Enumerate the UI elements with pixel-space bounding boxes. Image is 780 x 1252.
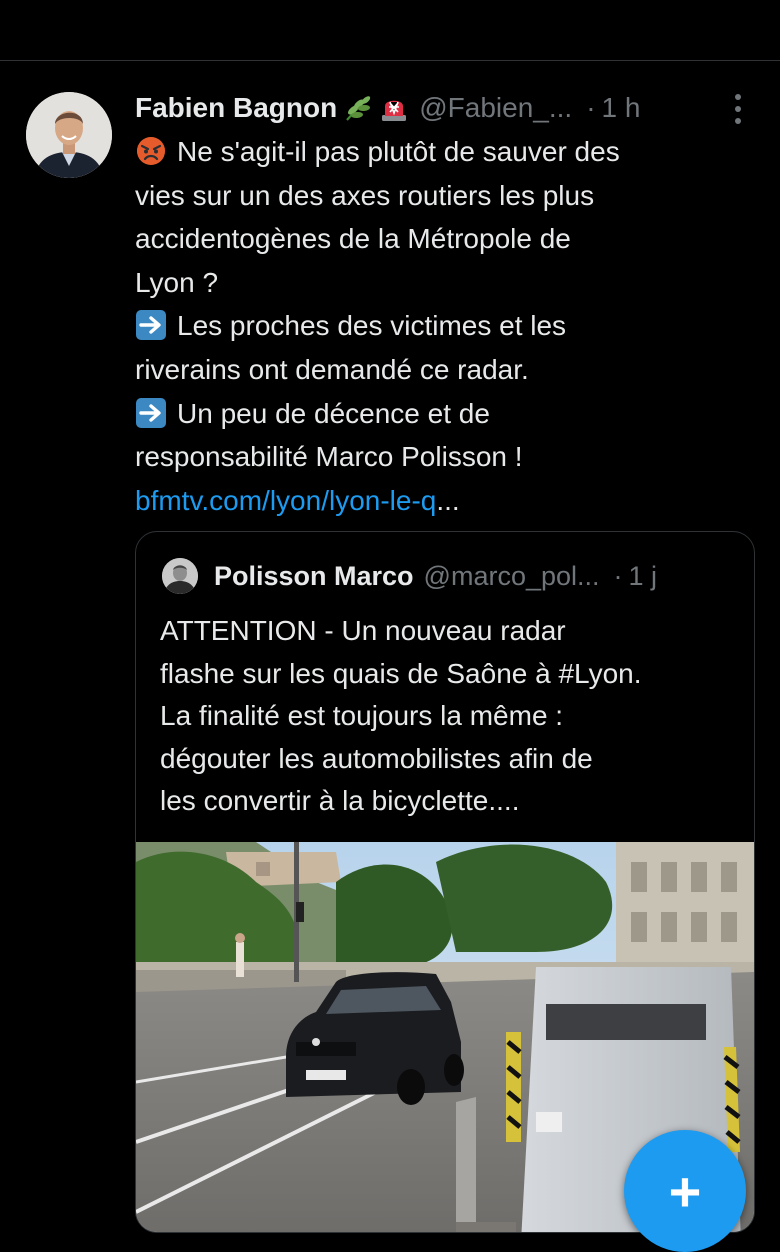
tweet-line: Un peu de décence et de bbox=[135, 392, 755, 436]
quoted-timestamp[interactable]: 1 j bbox=[629, 561, 658, 592]
link-ellipsis: ... bbox=[436, 484, 460, 516]
tweet-line: riverains ont demandé ce radar. bbox=[135, 353, 529, 385]
separator-dot: · bbox=[586, 92, 596, 123]
quoted-author-handle[interactable]: @marco_pol... bbox=[424, 561, 600, 592]
tweet-line: responsabilité Marco Polisson ! bbox=[135, 441, 523, 473]
separator-dot: · bbox=[613, 560, 623, 591]
top-divider bbox=[0, 60, 780, 61]
quoted-avatar[interactable] bbox=[162, 558, 198, 594]
quoted-tweet-text: ATTENTION - Un nouveau radar flashe sur … bbox=[160, 610, 740, 823]
quoted-line: La finalité est toujours la même : bbox=[160, 700, 564, 732]
quoted-line: dégouter les automobilistes afin de bbox=[160, 742, 593, 774]
quoted-line: les convertir à la bicyclette.... bbox=[160, 785, 520, 817]
tweet-header: Fabien Bagnon @Fabien_... · 1 h bbox=[135, 88, 755, 128]
timestamp[interactable]: 1 h bbox=[602, 92, 641, 124]
compose-button[interactable]: + bbox=[624, 1130, 746, 1252]
article-link[interactable]: bfmtv.com/lyon/lyon-le-q bbox=[135, 485, 436, 516]
quoted-line: flashe sur les quais de Saône à #Lyon. bbox=[160, 657, 642, 689]
avatar[interactable] bbox=[26, 92, 112, 178]
angry-face-emoji bbox=[135, 135, 167, 167]
quoted-tweet-card[interactable]: Polisson Marco @marco_pol... · 1 j ATTEN… bbox=[135, 531, 755, 1233]
more-options-icon[interactable] bbox=[728, 94, 748, 124]
rotating-light-emoji bbox=[379, 93, 409, 123]
author-name[interactable]: Fabien Bagnon bbox=[135, 92, 337, 124]
top-bar bbox=[0, 0, 780, 60]
compose-plus-icon: + bbox=[668, 1160, 702, 1223]
quoted-line: ATTENTION - Un nouveau radar bbox=[160, 615, 566, 646]
tweet-line: vies sur un des axes routiers les plus bbox=[135, 179, 595, 211]
tweet-line: Les proches des victimes et les bbox=[135, 304, 755, 348]
tweet-link-line: bfmtv.com/lyon/lyon-le-q... bbox=[135, 479, 755, 523]
author-handle[interactable]: @Fabien_... bbox=[419, 92, 572, 124]
herb-emoji bbox=[343, 93, 373, 123]
quoted-tweet-header: Polisson Marco @marco_pol... · 1 j bbox=[162, 556, 742, 596]
tweet-line: Ne s'agit-il pas plutôt de sauver des bbox=[135, 130, 755, 174]
right-arrow-emoji bbox=[135, 309, 167, 341]
quoted-author-name[interactable]: Polisson Marco bbox=[214, 561, 414, 592]
tweet-line: Lyon ? bbox=[135, 266, 219, 298]
tweet-text: Ne s'agit-il pas plutôt de sauver des vi… bbox=[135, 130, 755, 522]
right-arrow-emoji bbox=[135, 397, 167, 429]
tweet-line: accidentogènes de la Métropole de bbox=[135, 223, 571, 255]
